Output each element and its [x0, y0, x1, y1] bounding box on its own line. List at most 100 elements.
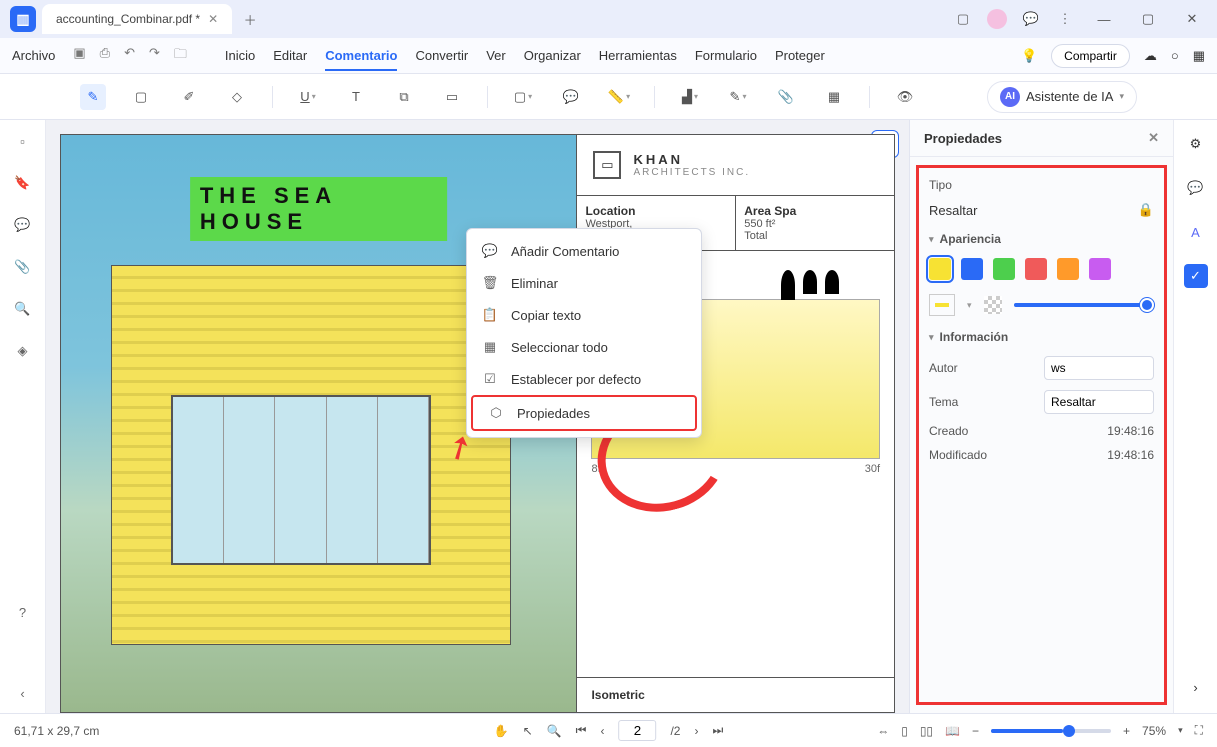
page-title-highlight[interactable]: THE SEA HOUSE	[190, 177, 448, 241]
page-number-input[interactable]	[618, 720, 656, 741]
document-tab[interactable]: accounting_Combinar.pdf * ✕	[42, 4, 232, 34]
color-swatch-green[interactable]	[993, 258, 1015, 280]
ctx-set-default[interactable]: ☑Establecer por defecto	[467, 363, 701, 395]
stroke-color-select[interactable]	[929, 294, 955, 316]
attachments-panel-icon[interactable]: 📎	[14, 259, 30, 275]
layout-single-icon[interactable]: ▯	[901, 724, 908, 738]
ctx-select-all[interactable]: ▦Seleccionar todo	[467, 331, 701, 363]
color-swatch-orange[interactable]	[1057, 258, 1079, 280]
color-swatch-purple[interactable]	[1089, 258, 1111, 280]
more-icon[interactable]: ⋮	[1055, 9, 1075, 29]
link-tool[interactable]: ▦	[821, 84, 847, 110]
zoom-in-icon[interactable]: +	[1123, 724, 1130, 738]
menu-organizar[interactable]: Organizar	[524, 48, 581, 63]
appearance-section: Apariencia ▾	[929, 232, 1154, 316]
chat-icon[interactable]: 💬	[1021, 9, 1041, 29]
lock-icon[interactable]: 🔒	[1138, 202, 1154, 218]
color-swatch-yellow[interactable]	[929, 258, 951, 280]
save-icon[interactable]: ▣	[73, 45, 85, 67]
stamp-tool[interactable]: ▟	[677, 84, 703, 110]
cloud-icon[interactable]: ☁	[1144, 48, 1157, 64]
select-tool-icon[interactable]: ↖	[523, 724, 533, 738]
shape-tool[interactable]: ▢	[510, 84, 536, 110]
redo-icon[interactable]: ↷	[149, 45, 160, 67]
print-icon[interactable]: ⎙	[100, 45, 110, 67]
first-page-icon[interactable]: ⏮	[576, 723, 587, 738]
attachment-tool[interactable]: 📎	[773, 84, 799, 110]
callout-tool[interactable]: ▭	[439, 84, 465, 110]
underline-tool[interactable]: U	[295, 84, 321, 110]
area-header: Area Spa	[744, 204, 886, 218]
color-swatch-red[interactable]	[1025, 258, 1047, 280]
note-tool[interactable]: ▢	[128, 84, 154, 110]
ctx-properties[interactable]: ⬡Propiedades	[471, 395, 697, 431]
settings-sliders-icon[interactable]: ⚙	[1184, 132, 1208, 156]
translate-icon[interactable]: A	[1184, 220, 1208, 244]
menu-inicio[interactable]: Inicio	[225, 48, 255, 63]
zoom-slider[interactable]	[991, 729, 1111, 733]
grid-icon[interactable]: ▦	[1193, 48, 1205, 64]
menu-editar[interactable]: Editar	[273, 48, 307, 63]
lightbulb-icon[interactable]: 💡	[1021, 48, 1037, 64]
close-tab-icon[interactable]: ✕	[208, 12, 218, 26]
menu-proteger[interactable]: Proteger	[775, 48, 825, 63]
document-canvas[interactable]: W ➜ THE SEA HOUSE ▭ KHAN ARCHITECTS INC.	[46, 120, 909, 713]
search-panel-icon[interactable]: 🔍	[14, 301, 30, 317]
ctx-delete[interactable]: 🗑Eliminar	[467, 267, 701, 299]
help-icon[interactable]: ?	[19, 605, 26, 620]
layers-panel-icon[interactable]: ◈	[18, 343, 28, 359]
menu-ver[interactable]: Ver	[486, 48, 506, 63]
type-section: Tipo Resaltar 🔒	[929, 178, 1154, 218]
ai-assistant-button[interactable]: AI Asistente de IA ▾	[987, 81, 1137, 113]
visibility-tool[interactable]: 👁	[892, 84, 918, 110]
pages-panel-icon[interactable]: ▫	[20, 134, 25, 149]
author-input[interactable]	[1044, 356, 1154, 380]
notification-icon[interactable]: ▢	[953, 9, 973, 29]
menu-herramientas[interactable]: Herramientas	[599, 48, 677, 63]
highlight-tool[interactable]: ✎	[80, 84, 106, 110]
hand-tool-icon[interactable]: ✋	[494, 724, 509, 738]
color-swatch-blue[interactable]	[961, 258, 983, 280]
last-page-icon[interactable]: ⏭	[712, 723, 723, 738]
folder-icon[interactable]: 🗀	[174, 45, 187, 67]
menu-convertir[interactable]: Convertir	[415, 48, 468, 63]
zoom-out-icon[interactable]: −	[972, 724, 979, 738]
layout-double-icon[interactable]: ▯▯	[920, 724, 933, 738]
menu-comentario[interactable]: Comentario	[325, 48, 397, 71]
check-side-icon[interactable]: ✓	[1184, 264, 1208, 288]
prev-page-icon[interactable]: ‹	[600, 724, 604, 738]
collapse-left-icon[interactable]: ‹	[20, 686, 24, 701]
read-mode-icon[interactable]: 📖	[945, 724, 960, 738]
window-minimize[interactable]: ―	[1089, 4, 1119, 34]
comment-bubble-tool[interactable]: 💬	[558, 84, 584, 110]
window-maximize[interactable]: ▢	[1133, 4, 1163, 34]
opacity-slider[interactable]	[1014, 303, 1154, 307]
bookmarks-panel-icon[interactable]: 🔖	[14, 175, 30, 191]
eraser-tool[interactable]: ◇	[224, 84, 250, 110]
comments-panel-icon[interactable]: 💬	[14, 217, 30, 233]
textbox-tool[interactable]: ⧉	[391, 84, 417, 110]
pencil-tool[interactable]: ✐	[176, 84, 202, 110]
user-avatar-icon[interactable]	[987, 9, 1007, 29]
expand-right-icon[interactable]: ›	[1184, 675, 1208, 699]
fit-width-icon[interactable]: ⇔	[877, 724, 889, 738]
close-properties-icon[interactable]: ✕	[1148, 130, 1159, 146]
ctx-copy-text[interactable]: 📋Copiar texto	[467, 299, 701, 331]
theme-input[interactable]	[1044, 390, 1154, 414]
text-tool[interactable]: T	[343, 84, 369, 110]
chat-side-icon[interactable]: 💬	[1184, 176, 1208, 200]
left-sidebar: ▫ 🔖 💬 📎 🔍 ◈ ? ‹	[0, 120, 46, 713]
share-button[interactable]: Compartir	[1051, 44, 1130, 68]
next-page-icon[interactable]: ›	[694, 724, 698, 738]
window-close[interactable]: ✕	[1177, 4, 1207, 34]
new-tab-button[interactable]: ＋	[238, 7, 262, 31]
ctx-add-comment[interactable]: 💬Añadir Comentario	[467, 235, 701, 267]
fullscreen-icon[interactable]: ⛶	[1195, 723, 1203, 738]
sync-icon[interactable]: ○	[1171, 48, 1179, 63]
measure-tool[interactable]: 📏	[606, 84, 632, 110]
zoom-tool-icon[interactable]: 🔍	[547, 724, 562, 738]
signature-tool[interactable]: ✎	[725, 84, 751, 110]
menu-formulario[interactable]: Formulario	[695, 48, 757, 63]
menu-file[interactable]: Archivo	[12, 48, 55, 63]
undo-icon[interactable]: ↶	[124, 45, 135, 67]
